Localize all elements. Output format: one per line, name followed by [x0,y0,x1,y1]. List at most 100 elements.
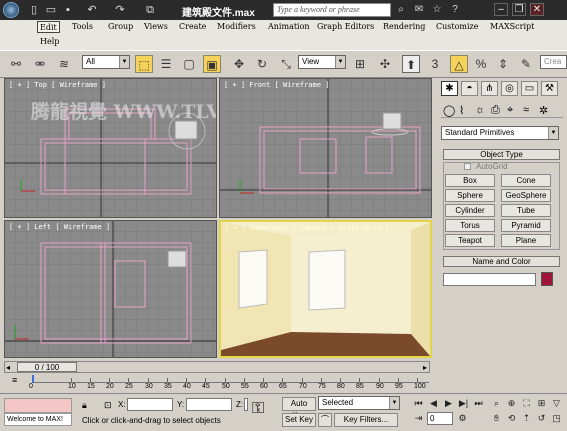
maxscript-mini-listener-top[interactable] [4,398,72,413]
close-icon[interactable]: ✕ [530,3,544,16]
default-in-out-tangent-icon[interactable]: ⌒ [318,413,332,427]
restore-icon[interactable]: ❐ [512,3,526,16]
object-color-swatch[interactable] [541,272,553,286]
space-warps-icon[interactable]: ≈ [523,104,529,116]
menu-rendering[interactable]: Rendering [381,21,427,33]
motion-tab-icon[interactable]: ◎ [501,81,518,96]
selection-region-icon[interactable]: ▢ [180,55,198,73]
move-icon[interactable]: ✥ [230,55,248,73]
viewport-camera-label[interactable]: [ + ] Camera001 [ Smooth + Highlights ] [225,224,389,232]
key-mode-toggle-icon[interactable]: ⇥ [412,412,425,424]
menu-group[interactable]: Group [106,21,135,33]
absolute-transform-icon[interactable]: ⊡ [104,400,112,411]
prev-frame-icon[interactable]: ◂ [6,363,10,372]
cylinder-button[interactable]: Cylinder [445,204,495,217]
modify-tab-icon[interactable]: ◓ [461,81,478,96]
bind-space-warp-icon[interactable]: ≋ [55,55,73,73]
selection-filter-dropdown[interactable]: All ▼ [82,55,130,69]
x-coordinate-field[interactable] [127,398,173,411]
open-file-icon[interactable]: ▭ [44,3,58,17]
name-color-rollout-header[interactable]: Name and Color [443,256,560,267]
box-button[interactable]: Box [445,174,495,187]
new-file-icon[interactable]: ▯ [27,3,41,17]
help-icon[interactable]: ? [448,3,462,17]
geosphere-button[interactable]: GeoSphere [501,189,551,202]
manipulate-icon[interactable]: ✣ [376,55,394,73]
plane-button[interactable]: Plane [501,234,551,247]
lock-selection-icon[interactable]: 🔒︎ [82,400,87,411]
percent-snap-icon[interactable]: % [472,55,490,73]
time-slider-thumb[interactable]: 0 / 100 [17,362,77,372]
key-selection-dropdown[interactable]: Selected ▼ [318,396,400,410]
zoom-extents-all-icon[interactable]: ⊞ [535,397,548,409]
key-filters-button[interactable]: Key Filters... [334,413,398,427]
cone-button[interactable]: Cone [501,174,551,187]
minimize-icon[interactable]: – [494,3,508,16]
undo-icon[interactable]: ↶ [85,3,99,17]
teapot-button[interactable]: Teapot [445,234,495,247]
select-object-icon[interactable]: ⬚ [135,55,153,73]
app-logo-icon[interactable] [3,2,19,18]
keyboard-shortcut-override-icon[interactable]: ⬆ [402,55,420,73]
go-to-end-icon[interactable]: ⏭ [472,397,485,409]
systems-icon[interactable]: ✲ [539,104,548,117]
reference-coordinate-dropdown[interactable]: View ▼ [298,55,346,69]
scale-icon[interactable]: ⤡ [277,55,295,73]
window-crossing-icon[interactable]: ▣ [203,55,221,73]
rotate-icon[interactable]: ↻ [253,55,271,73]
favorites-star-icon[interactable]: ☆ [430,3,444,17]
set-key-mode-icon[interactable]: ⚿ [252,400,264,418]
pivot-center-icon[interactable]: ⊞ [351,55,369,73]
menu-customize[interactable]: Customize [434,21,481,33]
menu-edit[interactable]: Edit [37,21,60,33]
snap-3d-icon[interactable]: 3 [426,55,444,73]
binoculars-icon[interactable]: ⌕ [394,3,408,17]
angle-snap-icon[interactable]: △ [450,55,468,73]
helpers-icon[interactable]: ⌖ [507,104,513,117]
menu-graph-editors[interactable]: Graph Editors [315,21,376,33]
search-input[interactable]: Type a keyword or phrase [273,3,391,17]
sphere-button[interactable]: Sphere [445,189,495,202]
create-tab-icon[interactable]: ✱ [441,81,458,96]
y-coordinate-field[interactable] [186,398,232,411]
menu-tools[interactable]: Tools [70,21,95,33]
project-folder-icon[interactable]: ⧉ [143,3,157,17]
auto-key-button[interactable]: Auto Key [282,397,316,420]
primitive-category-dropdown[interactable]: Standard Primitives ▼ [441,126,559,140]
menu-animation[interactable]: Animation [266,21,312,33]
roll-icon[interactable]: ↺ [535,412,548,424]
viewport-top-label[interactable]: [ + ] Top [ Wireframe ] [9,81,106,89]
field-of-view-icon[interactable]: ▽ [550,397,563,409]
set-key-button[interactable]: Set Key [282,413,316,427]
viewport-top[interactable]: [ + ] Top [ Wireframe ] 腾龍視覺 WWW.TLVI.NE… [4,78,217,218]
communication-center-icon[interactable]: ✉ [412,3,426,17]
maxscript-mini-listener[interactable]: Welcome to MAX! [4,413,72,426]
z-coordinate-field[interactable] [244,398,248,411]
tube-button[interactable]: Tube [501,204,551,217]
zoom-icon[interactable]: ⌕ [490,397,503,409]
redo-icon[interactable]: ↷ [113,3,127,17]
select-by-name-icon[interactable]: ☰ [157,55,175,73]
zoom-all-icon[interactable]: ⊕ [505,397,518,409]
play-icon[interactable]: ▶ [442,397,455,409]
torus-button[interactable]: Torus [445,219,495,232]
next-frame-icon[interactable]: ▶| [457,397,470,409]
viewport-left[interactable]: [ + ] Left [ Wireframe ] [4,220,217,358]
orbit-icon[interactable]: ⟲ [505,412,518,424]
menu-modifiers[interactable]: Modifiers [215,21,258,33]
object-type-rollout-header[interactable]: Object Type [443,149,560,160]
time-configuration-icon[interactable]: ⚙ [456,412,469,424]
spinner-snap-icon[interactable]: ⇕ [494,55,512,73]
walk-through-icon[interactable]: ⇡ [520,412,533,424]
time-slider[interactable]: ◂ 0 / 100 ▸ [4,361,430,373]
object-name-field[interactable] [443,273,536,286]
current-frame-field[interactable]: 0 [427,412,453,425]
next-frame-icon[interactable]: ▸ [423,363,427,372]
cameras-icon[interactable]: ⎙ [491,104,500,117]
save-file-icon[interactable]: ▪ [61,3,75,17]
lights-icon[interactable]: ☼ [475,104,485,116]
viewport-left-label[interactable]: [ + ] Left [ Wireframe ] [9,223,110,231]
display-tab-icon[interactable]: ▭ [521,81,538,96]
hierarchy-tab-icon[interactable]: ⋔ [481,81,498,96]
viewport-front-label[interactable]: [ + ] Front [ Wireframe ] [224,81,329,89]
